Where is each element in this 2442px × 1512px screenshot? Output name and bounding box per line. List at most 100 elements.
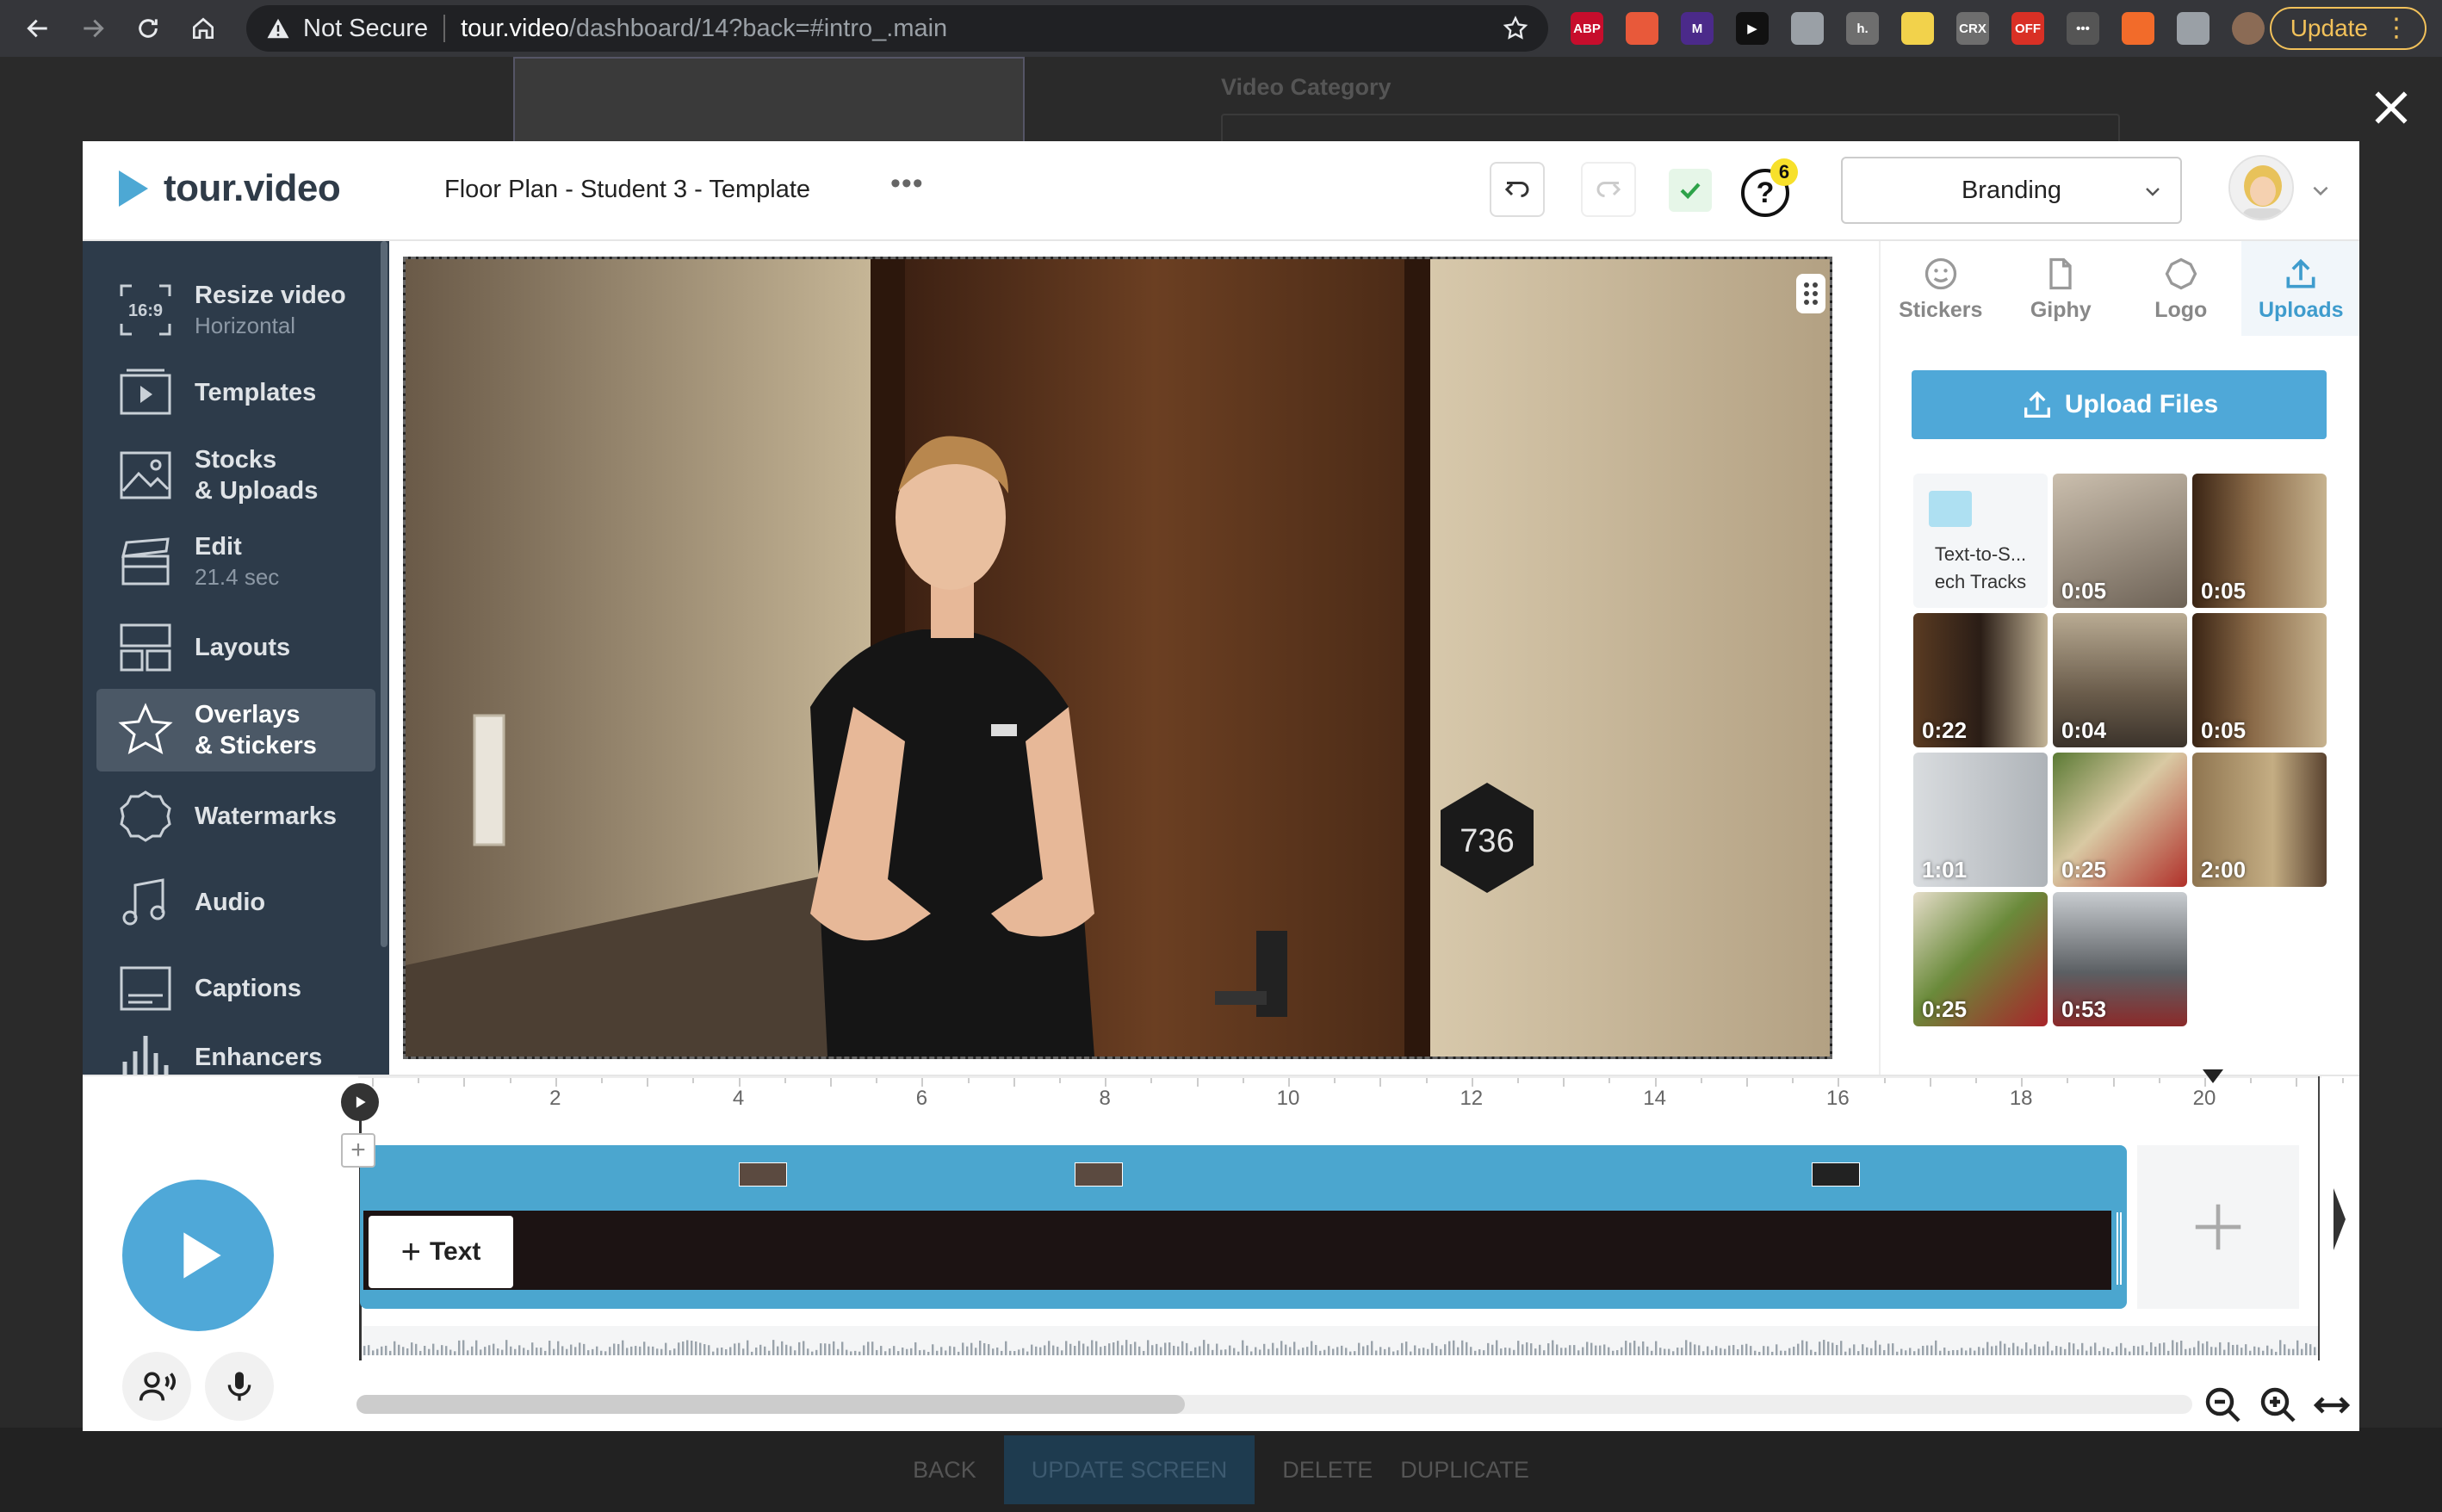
upload-thumbnail[interactable]: 0:53 bbox=[2053, 892, 2187, 1026]
tab-uploads[interactable]: Uploads bbox=[2241, 241, 2359, 336]
back-arrow-icon[interactable] bbox=[15, 6, 60, 51]
upload-thumbnail[interactable]: 0:05 bbox=[2192, 613, 2327, 747]
ruler-tick bbox=[967, 1078, 970, 1083]
waveform-bar bbox=[729, 1347, 732, 1355]
project-more-button[interactable]: ••• bbox=[890, 167, 924, 201]
waveform-bar bbox=[2124, 1348, 2127, 1355]
zoom-in-icon[interactable] bbox=[2258, 1385, 2299, 1426]
sidebar-scrollbar[interactable] bbox=[381, 241, 387, 947]
adblock-plus-icon[interactable]: ABP bbox=[1571, 12, 1603, 45]
waveform-bar bbox=[1005, 1341, 1007, 1355]
sidebar-item-captions[interactable]: Captions bbox=[96, 947, 375, 1030]
video-canvas[interactable]: 736 bbox=[403, 257, 1832, 1059]
waveform-bar bbox=[1909, 1348, 1912, 1355]
waveform-bar bbox=[1900, 1348, 1903, 1355]
extension-h-icon[interactable]: h. bbox=[1846, 12, 1879, 45]
extension-print-icon[interactable] bbox=[1791, 12, 1824, 45]
waveform-bar bbox=[738, 1342, 741, 1355]
waveform-bar bbox=[768, 1350, 771, 1355]
waveform-bar bbox=[2081, 1342, 2084, 1355]
sidebar-item-overlays-stickers[interactable]: Overlays & Stickers bbox=[96, 689, 375, 771]
waveform-bar bbox=[2111, 1351, 2114, 1355]
upload-thumbnail[interactable]: 0:05 bbox=[2053, 474, 2187, 608]
microphone-button[interactable] bbox=[205, 1352, 274, 1421]
upload-thumbnail[interactable]: 2:00 bbox=[2192, 753, 2327, 887]
canvas-drag-handle[interactable] bbox=[1796, 274, 1825, 313]
extension-puzzle-icon[interactable] bbox=[2177, 12, 2210, 45]
undo-button[interactable] bbox=[1490, 162, 1545, 217]
user-avatar[interactable] bbox=[2228, 155, 2294, 220]
voiceover-button[interactable] bbox=[122, 1352, 191, 1421]
branding-dropdown[interactable]: Branding bbox=[1841, 157, 2182, 224]
timeline-end-marker-icon[interactable] bbox=[2203, 1069, 2223, 1083]
waveform-bar bbox=[785, 1344, 788, 1355]
waveform-bar bbox=[1948, 1350, 1950, 1355]
ruler-tick bbox=[1334, 1078, 1336, 1083]
extension-crx-icon[interactable]: CRX bbox=[1956, 12, 1989, 45]
sidebar-item-resize-video[interactable]: 16:9 Resize video Horizontal bbox=[96, 269, 375, 351]
upload-thumbnail[interactable]: 0:05 bbox=[2192, 474, 2327, 608]
upload-thumbnail[interactable]: 1:01 bbox=[1913, 753, 2048, 887]
sidebar-item-watermarks[interactable]: Watermarks bbox=[96, 775, 375, 858]
address-bar[interactable]: Not Secure tour.video/dashboard/14?back=… bbox=[246, 5, 1548, 52]
upload-thumbnail[interactable]: 0:22 bbox=[1913, 613, 2048, 747]
track-resize-handle[interactable] bbox=[2117, 1212, 2122, 1285]
ruler-tick-label: 8 bbox=[1099, 1087, 1111, 1110]
browser-update-button[interactable]: Update ⋮ bbox=[2269, 7, 2427, 50]
close-modal-icon[interactable] bbox=[2370, 86, 2413, 129]
account-chevron-icon[interactable] bbox=[2309, 179, 2332, 201]
tab-logo[interactable]: Logo bbox=[2121, 241, 2241, 336]
tts-tracks-folder[interactable]: Text-to-S... ech Tracks bbox=[1913, 474, 2048, 608]
upload-thumbnail[interactable]: 0:25 bbox=[1913, 892, 2048, 1026]
waveform-bar bbox=[600, 1350, 603, 1355]
extension-fire-icon[interactable] bbox=[2122, 12, 2154, 45]
redo-button[interactable] bbox=[1581, 162, 1636, 217]
tab-stickers[interactable]: Stickers bbox=[1881, 241, 2001, 336]
extension-off-icon[interactable]: OFF bbox=[2011, 12, 2044, 45]
ruler-tick bbox=[784, 1078, 786, 1083]
add-track-button[interactable]: + bbox=[341, 1133, 375, 1168]
waveform-bar bbox=[454, 1351, 456, 1355]
sidebar-item-enhancers[interactable]: Enhancers bbox=[96, 1025, 375, 1075]
sidebar-item-audio[interactable]: Audio bbox=[96, 861, 375, 944]
sidebar-item-layouts[interactable]: Layouts bbox=[96, 606, 375, 689]
waveform-bar bbox=[1556, 1344, 1559, 1355]
extension-emoji-icon[interactable] bbox=[1901, 12, 1934, 45]
waveform-bar bbox=[841, 1342, 844, 1355]
waveform-bar bbox=[1397, 1350, 1399, 1355]
extension-orange-icon[interactable] bbox=[1626, 12, 1658, 45]
play-button[interactable] bbox=[122, 1180, 274, 1331]
profile-avatar-icon[interactable] bbox=[2232, 12, 2265, 45]
text-lane[interactable] bbox=[363, 1211, 2111, 1290]
sidebar-item-edit[interactable]: Edit 21.4 sec bbox=[96, 520, 375, 603]
add-scene-button[interactable] bbox=[2137, 1145, 2299, 1309]
zoom-out-icon[interactable] bbox=[2203, 1385, 2244, 1426]
sidebar-item-templates[interactable]: Templates bbox=[96, 351, 375, 434]
waveform-bar bbox=[1543, 1350, 1546, 1355]
waveform-bar bbox=[1943, 1348, 1946, 1355]
waveform-bar bbox=[673, 1348, 676, 1355]
tour-video-logo[interactable]: tour.video bbox=[119, 167, 341, 210]
home-icon[interactable] bbox=[181, 6, 226, 51]
upload-files-button[interactable]: Upload Files bbox=[1912, 370, 2327, 439]
upload-thumbnail[interactable]: 0:04 bbox=[2053, 613, 2187, 747]
extension-play-icon[interactable]: ▶ bbox=[1736, 12, 1769, 45]
timeline-scrollbar-thumb[interactable] bbox=[356, 1395, 1185, 1414]
reload-icon[interactable] bbox=[126, 6, 170, 51]
fit-width-icon[interactable] bbox=[2311, 1385, 2352, 1426]
bookmark-star-icon[interactable] bbox=[1502, 15, 1529, 42]
project-title[interactable]: Floor Plan - Student 3 - Template bbox=[444, 176, 810, 204]
waveform-bar bbox=[1672, 1351, 1675, 1355]
timeline-ruler[interactable]: 246810121416182022 bbox=[358, 1076, 2344, 1128]
playhead-play-button[interactable] bbox=[341, 1083, 379, 1121]
extension-purple-icon[interactable]: M bbox=[1681, 12, 1714, 45]
forward-arrow-icon[interactable] bbox=[71, 6, 115, 51]
upload-thumbnail[interactable]: 0:25 bbox=[2053, 753, 2187, 887]
sidebar-item-stocks-uploads[interactable]: Stocks & Uploads bbox=[96, 434, 375, 517]
tab-giphy[interactable]: Giphy bbox=[2001, 241, 2122, 336]
waveform-bar bbox=[1474, 1350, 1477, 1355]
kebab-menu-icon[interactable]: ⋮ bbox=[2383, 15, 2409, 41]
add-text-button[interactable]: + Text bbox=[369, 1216, 513, 1288]
extension-dots-icon[interactable]: ••• bbox=[2067, 12, 2099, 45]
timeline-next-arrow-icon[interactable] bbox=[2334, 1188, 2346, 1250]
